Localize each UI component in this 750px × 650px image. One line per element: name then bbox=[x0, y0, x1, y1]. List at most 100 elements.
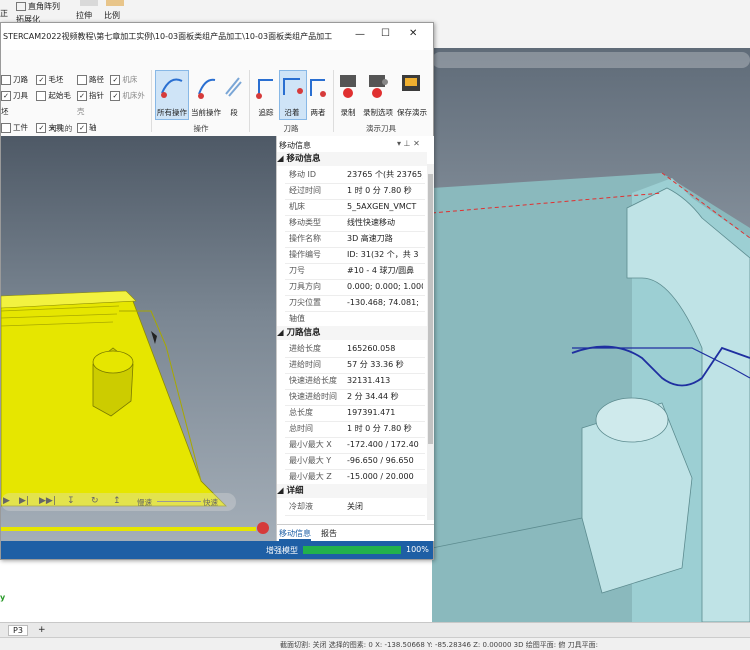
property-row[interactable]: 进给时间 57 分 33.36 秒 bbox=[285, 357, 425, 374]
property-key: 总时间 bbox=[289, 424, 313, 433]
property-row[interactable]: 快速进给时间 2 分 34.44 秒 bbox=[285, 389, 425, 406]
property-value: 23765 个(共 23765) bbox=[347, 170, 423, 179]
toolchange-icon[interactable]: ↧ bbox=[67, 496, 75, 506]
checkbox[interactable]: ✓ bbox=[77, 91, 87, 101]
window-title: STERCAM2022视频教程\第七章加工实例\10-03面板类组产品加工\10… bbox=[3, 32, 333, 41]
checkbox[interactable] bbox=[1, 75, 11, 85]
property-row[interactable]: 机床 5_5AXGEN_VMCT bbox=[285, 199, 425, 216]
property-key: 机床 bbox=[289, 202, 305, 211]
timeline-end-marker[interactable] bbox=[257, 522, 269, 534]
main-viewport[interactable] bbox=[432, 48, 750, 622]
record-icon[interactable] bbox=[337, 72, 359, 102]
property-row[interactable]: 移动类型 线性快速移动 bbox=[285, 215, 425, 232]
tab-report[interactable]: 报告 bbox=[321, 528, 337, 539]
property-value: 57 分 33.36 秒 bbox=[347, 360, 404, 369]
section-toolpath-info[interactable]: ◢ 刀路信息 bbox=[277, 326, 427, 340]
save-demo-icon[interactable] bbox=[399, 72, 423, 102]
trace-label: 追踪 bbox=[258, 108, 274, 117]
stop-icon[interactable]: ↥ bbox=[113, 496, 121, 506]
property-key: 移动类型 bbox=[289, 218, 321, 227]
property-row[interactable]: 冷却液 关闭 bbox=[285, 499, 425, 516]
scale-icon bbox=[106, 0, 124, 6]
along-icon bbox=[283, 78, 303, 95]
property-value: 32131.413 bbox=[347, 376, 391, 385]
stretch-button[interactable]: 拉伸 bbox=[76, 10, 92, 21]
status-progress-fill bbox=[303, 546, 401, 554]
all-ops-label: 所有操作 bbox=[157, 108, 187, 117]
checkbox[interactable] bbox=[36, 91, 47, 101]
panel-scrollbar[interactable] bbox=[427, 164, 434, 520]
group-visible-label: 可见的 bbox=[49, 124, 73, 133]
tab-p3[interactable]: P3 bbox=[8, 625, 28, 636]
property-value: 线性快速移动 bbox=[347, 218, 395, 227]
property-row[interactable]: 经过时间 1 时 0 分 7.80 秒 bbox=[285, 183, 425, 200]
section-detail[interactable]: ◢ 详细 bbox=[277, 484, 427, 498]
axis-y-indicator: y bbox=[0, 593, 6, 602]
current-op-icon[interactable] bbox=[193, 72, 221, 102]
play-icon[interactable]: ▶ bbox=[3, 496, 10, 506]
status-progress bbox=[303, 546, 401, 554]
property-row[interactable]: 最小/最大 X -172.400 / 172.40 bbox=[285, 437, 425, 454]
section-move-info[interactable]: ◢ 移动信息 bbox=[277, 152, 427, 166]
checkbox[interactable]: ✓ bbox=[110, 75, 121, 85]
check-path-label: 路径 bbox=[89, 75, 104, 84]
maximize-button[interactable]: ☐ bbox=[381, 28, 390, 39]
timeline-bar[interactable] bbox=[1, 527, 256, 531]
record-label: 录制 bbox=[340, 108, 356, 117]
speed-slider[interactable] bbox=[157, 501, 201, 502]
divider bbox=[333, 70, 334, 132]
property-value: -15.000 / 20.000 bbox=[347, 472, 414, 481]
property-row[interactable]: 操作名称 3D 高速刀路 bbox=[285, 231, 425, 248]
record-options-icon[interactable] bbox=[365, 72, 391, 102]
checkbox[interactable]: ✓ bbox=[1, 91, 11, 101]
simulator-window[interactable]: STERCAM2022视频教程\第七章加工实例\10-03面板类组产品加工\10… bbox=[0, 22, 434, 560]
main-status-bar: 截面切割: 关闭 选择的图素: 0 X: -138.50668 Y: -85.2… bbox=[0, 637, 750, 650]
group-demo-label: 演示刀具 bbox=[366, 124, 396, 133]
all-ops-icon bbox=[161, 78, 183, 98]
minimize-button[interactable]: — bbox=[355, 29, 365, 40]
property-row[interactable]: 总时间 1 时 0 分 7.80 秒 bbox=[285, 421, 425, 438]
stretch-icon bbox=[80, 0, 98, 6]
panel-title: 移动信息 bbox=[279, 141, 311, 150]
property-key: 冷却液 bbox=[289, 502, 313, 511]
segment-icon[interactable] bbox=[223, 72, 243, 102]
move-info-panel: 移动信息 ▾ ⊥ ✕ ◢ 移动信息 移动 ID 23765 个(共 23765) 经… bbox=[276, 136, 434, 541]
step-icon[interactable]: ▶| bbox=[19, 496, 29, 506]
property-row[interactable]: 快速进给长度 32131.413 bbox=[285, 373, 425, 390]
property-row[interactable]: 移动 ID 23765 个(共 23765) bbox=[285, 167, 425, 184]
property-value: -130.468; 74.081; bbox=[347, 298, 419, 307]
checkbox[interactable]: ✓ bbox=[36, 75, 47, 85]
trace-icon[interactable] bbox=[255, 72, 277, 102]
add-tab-button[interactable]: + bbox=[38, 625, 46, 635]
tab-move-info[interactable]: 移动信息 bbox=[279, 528, 311, 541]
property-row[interactable]: 最小/最大 Y -96.650 / 96.650 bbox=[285, 453, 425, 470]
segment-label: 段 bbox=[230, 108, 238, 117]
status-label: 增强模型 bbox=[266, 546, 298, 555]
property-row[interactable]: 进给长度 165260.058 bbox=[285, 341, 425, 358]
checkbox[interactable]: ✓ bbox=[110, 91, 121, 101]
fillet-array-button[interactable]: 直角阵列 bbox=[28, 1, 60, 12]
property-row[interactable]: 刀具方向 0.000; 0.000; 1.000 bbox=[285, 279, 425, 296]
checkbox[interactable] bbox=[77, 75, 87, 85]
property-row[interactable]: 刀尖位置 -130.468; 74.081; bbox=[285, 295, 425, 312]
check-tool[interactable]: ✓ 刀具 起始毛坯 bbox=[1, 88, 71, 120]
end-icon[interactable]: ▶▶| bbox=[39, 496, 56, 506]
check-toolpath[interactable]: 刀路 ✓ 毛坯 bbox=[1, 72, 71, 88]
group-ops-label: 操作 bbox=[193, 124, 209, 133]
checkbox[interactable] bbox=[1, 123, 11, 133]
property-row[interactable]: 操作编号 ID: 31(32 个，共 3 bbox=[285, 247, 425, 264]
simulation-viewport[interactable]: ▶ ▶| ▶▶| ↧ ↻ ↥ 慢速 快速 bbox=[1, 136, 276, 541]
property-row[interactable]: 刀号 #10 - 4 球刀/圆鼻 bbox=[285, 263, 425, 280]
property-key: 操作名称 bbox=[289, 234, 321, 243]
current-op-label: 当前操作 bbox=[191, 108, 221, 117]
scale-button[interactable]: 比例 bbox=[104, 10, 120, 21]
property-key: 经过时间 bbox=[289, 186, 321, 195]
playback-controls[interactable]: ▶ ▶| ▶▶| ↧ ↻ ↥ 慢速 快速 bbox=[1, 493, 236, 511]
group-toolpath-label: 刀路 bbox=[283, 124, 299, 133]
panel-controls[interactable]: ▾ ⊥ ✕ bbox=[397, 139, 420, 148]
title-bar[interactable]: STERCAM2022视频教程\第七章加工实例\10-03面板类组产品加工\10… bbox=[1, 23, 433, 64]
property-row[interactable]: 总长度 197391.471 bbox=[285, 405, 425, 422]
both-icon[interactable] bbox=[307, 72, 329, 102]
close-button[interactable]: ✕ bbox=[409, 28, 417, 39]
loop-icon[interactable]: ↻ bbox=[91, 496, 99, 506]
